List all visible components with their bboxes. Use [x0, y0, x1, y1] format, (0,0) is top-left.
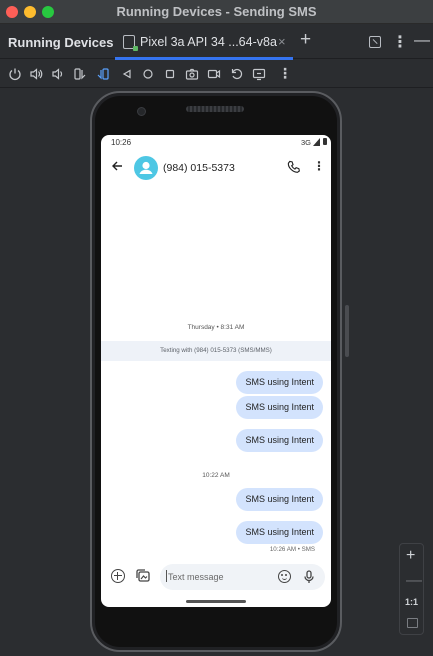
add-device-button[interactable]: +	[300, 29, 311, 51]
gesture-home-bar[interactable]	[186, 600, 246, 603]
message-bubble[interactable]: SMS using Intent	[236, 488, 323, 511]
conversation-more-icon[interactable]: ⋮	[313, 159, 325, 173]
emoji-icon[interactable]	[278, 570, 291, 583]
collapse-icon[interactable]	[369, 36, 381, 48]
window-title: Running Devices - Sending SMS	[116, 4, 317, 19]
phone-call-icon[interactable]	[287, 160, 300, 173]
power-icon[interactable]	[8, 67, 22, 81]
tool-window-title: Running Devices	[8, 35, 114, 50]
device-toolbar: ⋮	[0, 60, 433, 88]
status-time: 10:26	[111, 138, 132, 147]
hide-tool-window-button[interactable]: —	[414, 32, 430, 50]
phone-side-button	[345, 305, 349, 357]
overview-icon[interactable]	[163, 67, 177, 81]
zoom-out-button[interactable]: —	[406, 572, 422, 590]
device-tab[interactable]: Pixel 3a API 34 ...64-v8a ×	[115, 25, 293, 60]
zoom-controls: + — 1:1	[399, 543, 424, 635]
screenshot-icon[interactable]	[185, 67, 199, 81]
message-placeholder: Text message	[166, 570, 224, 582]
message-bubble[interactable]: SMS using Intent	[236, 521, 323, 544]
tool-window-header: Running Devices Pixel 3a API 34 ...64-v8…	[0, 25, 433, 60]
message-bubble[interactable]: SMS using Intent	[236, 429, 323, 452]
message-timestamp: 10:26 AM • SMS	[269, 546, 315, 553]
tab-close-icon[interactable]: ×	[278, 34, 286, 49]
status-bar: 10:26 3G	[101, 135, 331, 151]
message-bubble[interactable]: SMS using Intent	[236, 396, 323, 419]
device-manager-icon[interactable]	[252, 67, 266, 81]
signal-icon	[313, 138, 320, 146]
microphone-icon[interactable]	[304, 570, 314, 584]
back-arrow-icon[interactable]	[110, 159, 124, 173]
rotate-right-icon[interactable]	[96, 67, 110, 81]
phone-screen[interactable]: 10:26 3G (984) 015-5373 ⋮ Thursday • 8:3…	[101, 135, 331, 607]
gallery-icon[interactable]	[136, 569, 150, 582]
volume-down-icon[interactable]	[50, 67, 64, 81]
conversation-app-bar: (984) 015-5373 ⋮	[101, 151, 331, 185]
window-title-bar: Running Devices - Sending SMS	[0, 0, 433, 24]
message-bubble[interactable]: SMS using Intent	[236, 371, 323, 394]
battery-icon	[323, 138, 327, 145]
add-attachment-icon[interactable]	[111, 569, 125, 583]
time-header: 10:22 AM	[202, 472, 230, 479]
contact-avatar[interactable]	[134, 156, 158, 180]
contact-number[interactable]: (984) 015-5373	[163, 162, 235, 174]
reset-icon[interactable]	[230, 67, 244, 81]
fit-screen-icon[interactable]	[407, 618, 418, 628]
more-options-icon[interactable]: ⋮	[392, 32, 408, 52]
rotate-left-icon[interactable]	[73, 67, 87, 81]
message-composer: Text message	[101, 561, 331, 593]
actual-size-button[interactable]: 1:1	[405, 597, 418, 607]
network-type: 3G	[300, 138, 311, 147]
volume-up-icon[interactable]	[29, 67, 43, 81]
screen-record-icon[interactable]	[207, 67, 221, 81]
message-input[interactable]: Text message	[160, 564, 325, 590]
toolbar-more-icon[interactable]: ⋮	[278, 65, 292, 81]
device-tab-label: Pixel 3a API 34 ...64-v8a	[140, 35, 277, 49]
front-camera	[137, 107, 146, 116]
home-icon[interactable]	[141, 67, 155, 81]
date-header: Thursday • 8:31 AM	[187, 324, 245, 331]
texting-banner: Texting with (984) 015-5373 (SMS/MMS)	[101, 341, 331, 361]
device-icon	[123, 35, 138, 51]
earpiece-speaker	[186, 106, 244, 112]
back-icon[interactable]	[120, 67, 134, 81]
zoom-in-button[interactable]: +	[406, 547, 415, 565]
person-icon	[139, 161, 153, 174]
